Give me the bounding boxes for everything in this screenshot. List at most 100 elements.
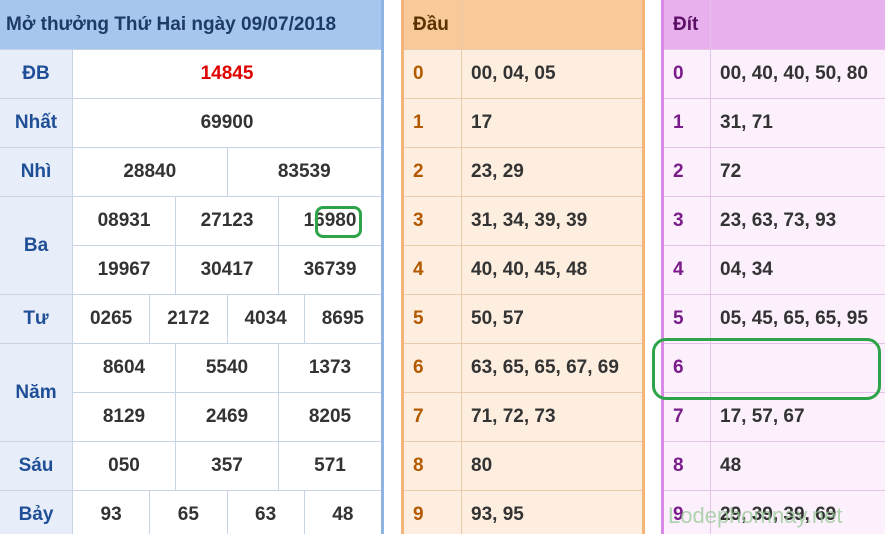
dit-row: 2 72: [664, 148, 885, 197]
prize-number: 050: [73, 442, 176, 490]
dau-digit: 9: [404, 491, 462, 534]
dau-row: 3 31, 34, 39, 39: [404, 197, 642, 246]
dau-digit: 4: [404, 246, 462, 294]
dau-row: 2 23, 29: [404, 148, 642, 197]
prize-row-tu: Tư 0265 2172 4034 8695: [0, 295, 381, 344]
prize-number: 65: [150, 491, 228, 534]
dit-digit: 0: [664, 50, 711, 98]
dau-values: 93, 95: [471, 504, 524, 525]
prize-row-sau: Sáu 050 357 571: [0, 442, 381, 491]
prize-number: 0265: [73, 295, 151, 343]
highlight-ring-empty-row: [652, 338, 881, 400]
prize-number: 08931: [73, 197, 176, 245]
dau-digit: 6: [404, 344, 462, 392]
dit-row: 0 00, 40, 40, 50, 80: [664, 50, 885, 99]
dit-values: 04, 34: [720, 259, 773, 280]
dit-values: 23, 63, 73, 93: [720, 210, 837, 231]
dit-digit: 5: [664, 295, 711, 343]
prize-number: 4034: [228, 295, 305, 343]
prize-number: 8695: [321, 308, 365, 329]
prize-number: 8129: [73, 393, 176, 441]
dau-table: Đầu 0 00, 04, 05 1 17 2 23, 29 3 31, 34, 39,…: [401, 0, 645, 534]
prize-number: 8604: [73, 344, 176, 392]
prize-number: 30417: [176, 246, 279, 294]
prize-number: 27123: [176, 197, 279, 245]
dau-values: 00, 04, 05: [471, 63, 556, 84]
dau-row: 8 80: [404, 442, 642, 491]
dit-row: 4 04, 34: [664, 246, 885, 295]
dit-values: 00, 40, 40, 50, 80: [720, 63, 868, 84]
dit-row: 7 17, 57, 67: [664, 393, 885, 442]
prize-number: 48: [332, 504, 354, 525]
dau-digit: 5: [404, 295, 462, 343]
prize-label: Nhất: [0, 99, 73, 147]
dit-row: 5 05, 45, 65, 65, 95: [664, 295, 885, 344]
prize-number: 357: [176, 442, 279, 490]
prize-number: 2469: [176, 393, 279, 441]
prize-number: 28840: [73, 148, 228, 196]
dau-row: 9 93, 95: [404, 491, 642, 534]
prize-row-nam: Năm 8604 5540 1373 8129 2469 8205: [0, 344, 381, 442]
prize-row-nhi: Nhì 28840 83539: [0, 148, 381, 197]
prize-number: 69900: [200, 112, 254, 133]
dau-digit: 2: [404, 148, 462, 196]
dau-digit: 7: [404, 393, 462, 441]
dit-header-label: Đít: [664, 0, 711, 49]
prize-number: 63: [228, 491, 305, 534]
dit-row: 8 48: [664, 442, 885, 491]
dit-digit: 1: [664, 99, 711, 147]
dit-digit: 2: [664, 148, 711, 196]
prize-number: 83539: [277, 161, 331, 182]
dit-values: 48: [720, 455, 742, 476]
dau-values: 50, 57: [471, 308, 524, 329]
dau-values: 63, 65, 65, 67, 69: [471, 357, 619, 378]
dau-values: 40, 40, 45, 48: [471, 259, 588, 280]
dit-values: 17, 57, 67: [720, 406, 805, 427]
prize-number: 14845: [200, 63, 254, 84]
prize-row-db: ĐB 14845: [0, 50, 381, 99]
dau-row: 0 00, 04, 05: [404, 50, 642, 99]
prize-row-bay: Bảy 93 65 63 48: [0, 491, 381, 534]
prize-number: 571: [314, 455, 346, 476]
prize-number: 19967: [73, 246, 176, 294]
results-title: Mở thưởng Thứ Hai ngày 09/07/2018: [0, 0, 381, 50]
dau-digit: 1: [404, 99, 462, 147]
prize-label: ĐB: [0, 50, 73, 98]
dau-values: 80: [471, 455, 493, 476]
site-watermark: Lodephomnay.net: [668, 503, 843, 528]
prize-label: Sáu: [0, 442, 73, 490]
dau-row: 6 63, 65, 65, 67, 69: [404, 344, 642, 393]
prize-label: Bảy: [0, 491, 73, 534]
highlight-ring-number: [315, 206, 362, 238]
dit-values: 31, 71: [720, 112, 773, 133]
dau-header: Đầu: [404, 0, 642, 50]
dau-digit: 8: [404, 442, 462, 490]
prize-label: Ba: [0, 197, 73, 294]
prize-number: 93: [73, 491, 151, 534]
dau-row: 7 71, 72, 73: [404, 393, 642, 442]
prize-number: 1373: [308, 357, 352, 378]
prize-label: Tư: [0, 295, 73, 343]
dau-values: 31, 34, 39, 39: [471, 210, 588, 231]
prize-number: 5540: [176, 344, 279, 392]
dit-row: 3 23, 63, 73, 93: [664, 197, 885, 246]
dau-row: 4 40, 40, 45, 48: [404, 246, 642, 295]
results-table: Mở thưởng Thứ Hai ngày 09/07/2018 ĐB 148…: [0, 0, 384, 534]
dit-values: 05, 45, 65, 65, 95: [720, 308, 868, 329]
dit-digit: 7: [664, 393, 711, 441]
dau-header-label: Đầu: [404, 0, 462, 49]
dit-values: 72: [720, 161, 742, 182]
dit-digit: 8: [664, 442, 711, 490]
dit-digit: 3: [664, 197, 711, 245]
prize-label: Năm: [0, 344, 73, 441]
dau-digit: 3: [404, 197, 462, 245]
dit-digit: 4: [664, 246, 711, 294]
dau-values: 23, 29: [471, 161, 524, 182]
prize-number: 2172: [150, 295, 228, 343]
prize-number: 36739: [303, 259, 357, 280]
prize-label: Nhì: [0, 148, 73, 196]
dit-row: 1 31, 71: [664, 99, 885, 148]
prize-number: 8205: [308, 406, 352, 427]
dau-values: 17: [471, 112, 493, 133]
dau-row: 1 17: [404, 99, 642, 148]
